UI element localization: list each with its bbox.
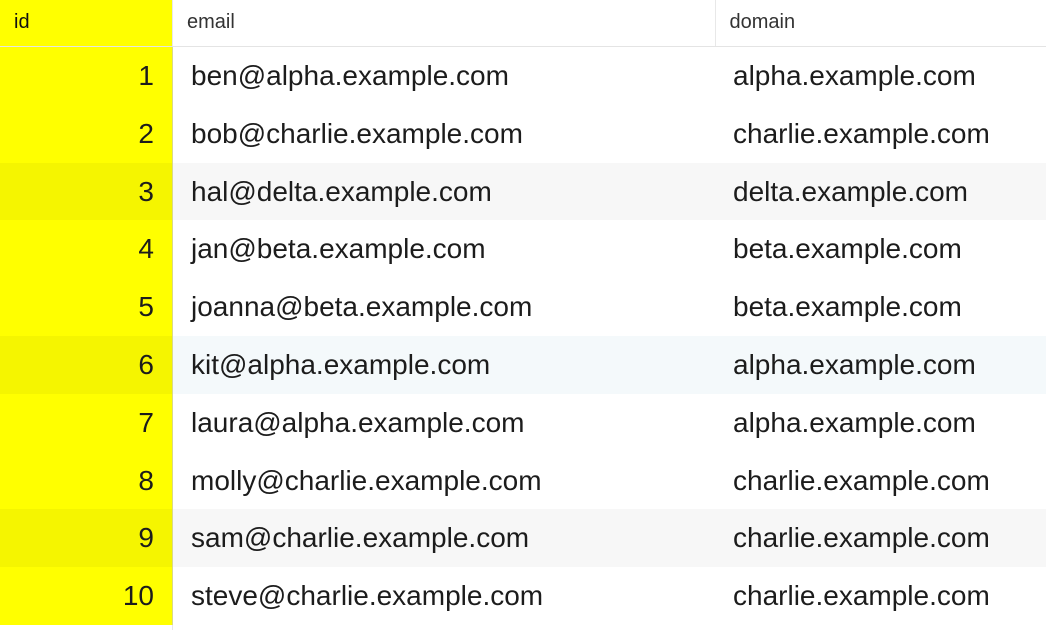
- table-row[interactable]: 9sam@charlie.example.comcharlie.example.…: [0, 509, 1046, 567]
- table-row[interactable]: 1ben@alpha.example.comalpha.example.com: [0, 47, 1046, 105]
- cell-id: 10: [0, 567, 173, 625]
- cell-email: molly@charlie.example.com: [173, 452, 716, 510]
- cell-domain: alpha.example.com: [715, 47, 1046, 105]
- cell-id: 5: [0, 278, 173, 336]
- cell-email: kit@alpha.example.com: [173, 336, 716, 394]
- cell-email: joanna@beta.example.com: [173, 278, 716, 336]
- cell-id: 6: [0, 336, 173, 394]
- column-header-id[interactable]: id: [0, 0, 173, 47]
- table-row[interactable]: 5joanna@beta.example.combeta.example.com: [0, 278, 1046, 336]
- column-header-email[interactable]: email: [173, 0, 716, 47]
- cell-id: 1: [0, 47, 173, 105]
- table-header-row: id email domain: [0, 0, 1046, 47]
- cell-id: 3: [0, 163, 173, 221]
- column-header-domain[interactable]: domain: [715, 0, 1046, 47]
- cell-domain: charlie.example.com: [715, 452, 1046, 510]
- cell-email: ben@alpha.example.com: [173, 47, 716, 105]
- cell-id: 8: [0, 452, 173, 510]
- cell-id: 7: [0, 394, 173, 452]
- cell-email: laura@alpha.example.com: [173, 394, 716, 452]
- cell-id: 2: [0, 105, 173, 163]
- cell-domain: beta.example.com: [715, 278, 1046, 336]
- cell-domain: charlie.example.com: [715, 567, 1046, 625]
- cell-email: hal@delta.example.com: [173, 163, 716, 221]
- table-row[interactable]: 10steve@charlie.example.comcharlie.examp…: [0, 567, 1046, 625]
- cell-domain: delta.example.com: [715, 163, 1046, 221]
- cell-id: 4: [0, 220, 173, 278]
- table-row[interactable]: 4jan@beta.example.combeta.example.com: [0, 220, 1046, 278]
- cell-domain: alpha.example.com: [715, 336, 1046, 394]
- cell-domain: beta.example.com: [715, 220, 1046, 278]
- table-row[interactable]: 7laura@alpha.example.comalpha.example.co…: [0, 394, 1046, 452]
- table-row[interactable]: 2bob@charlie.example.comcharlie.example.…: [0, 105, 1046, 163]
- cell-email: jan@beta.example.com: [173, 220, 716, 278]
- cell-email: bob@charlie.example.com: [173, 105, 716, 163]
- table-row[interactable]: 3hal@delta.example.comdelta.example.com: [0, 163, 1046, 221]
- results-table: id email domain 1ben@alpha.example.comal…: [0, 0, 1046, 630]
- table-row[interactable]: 6kit@alpha.example.comalpha.example.com: [0, 336, 1046, 394]
- cell-id: 9: [0, 509, 173, 567]
- cell-domain: alpha.example.com: [715, 394, 1046, 452]
- table-row[interactable]: 8molly@charlie.example.comcharlie.exampl…: [0, 452, 1046, 510]
- cell-email: sam@charlie.example.com: [173, 509, 716, 567]
- cell-domain: charlie.example.com: [715, 509, 1046, 567]
- cell-email: steve@charlie.example.com: [173, 567, 716, 625]
- cell-domain: charlie.example.com: [715, 105, 1046, 163]
